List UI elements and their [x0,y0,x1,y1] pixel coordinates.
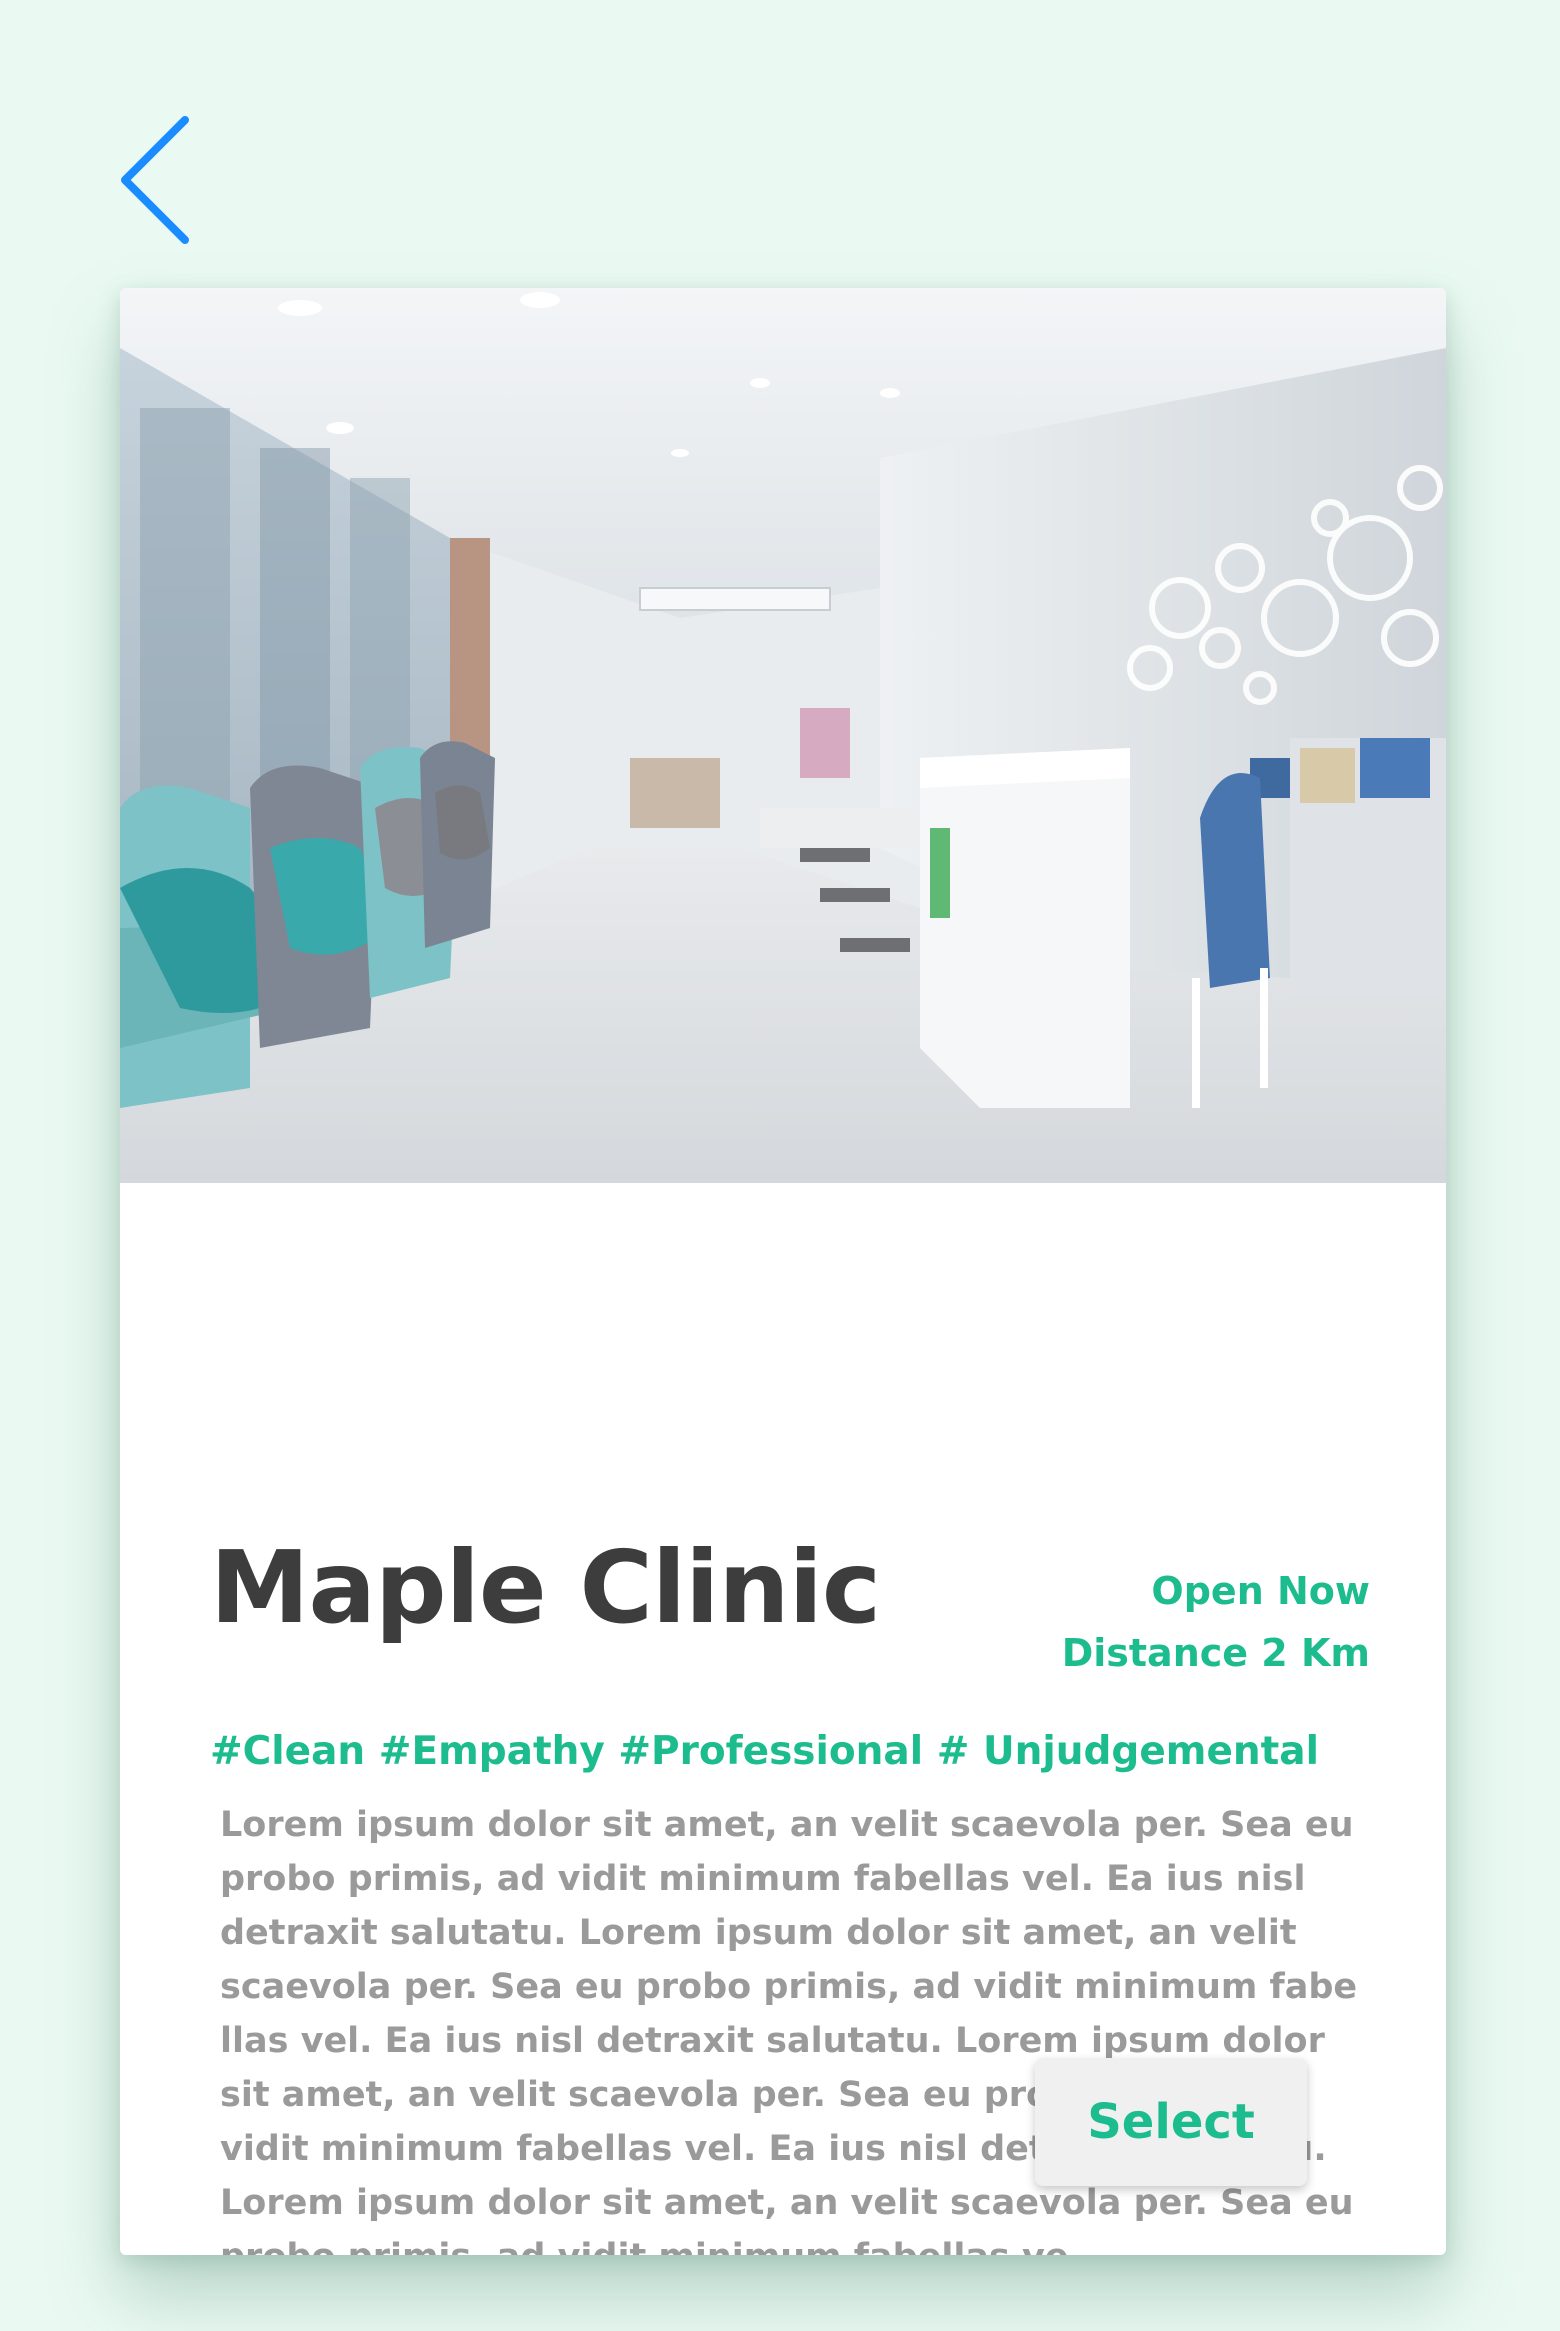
clinic-detail-screen: Maple Clinic Open Now Distance 2 Km #Cle… [0,0,1560,2331]
clinic-tags: #Clean #Empathy #Professional # Unjudgem… [210,1729,1319,1774]
chevron-left-icon [121,116,189,244]
distance-label: Distance 2 Km [1061,1631,1370,1675]
back-button[interactable] [110,110,200,250]
open-status: Open Now [1151,1569,1370,1613]
select-button[interactable]: Select [1035,2058,1307,2186]
clinic-card: Maple Clinic Open Now Distance 2 Km #Cle… [120,288,1446,2255]
clinic-description: Lorem ipsum dolor sit amet, an velit sca… [220,1805,1358,2255]
clinic-photo [120,288,1446,1183]
clinic-name: Maple Clinic [210,1529,881,1646]
clinic-status-block: Open Now Distance 2 Km [1062,1560,1370,1684]
